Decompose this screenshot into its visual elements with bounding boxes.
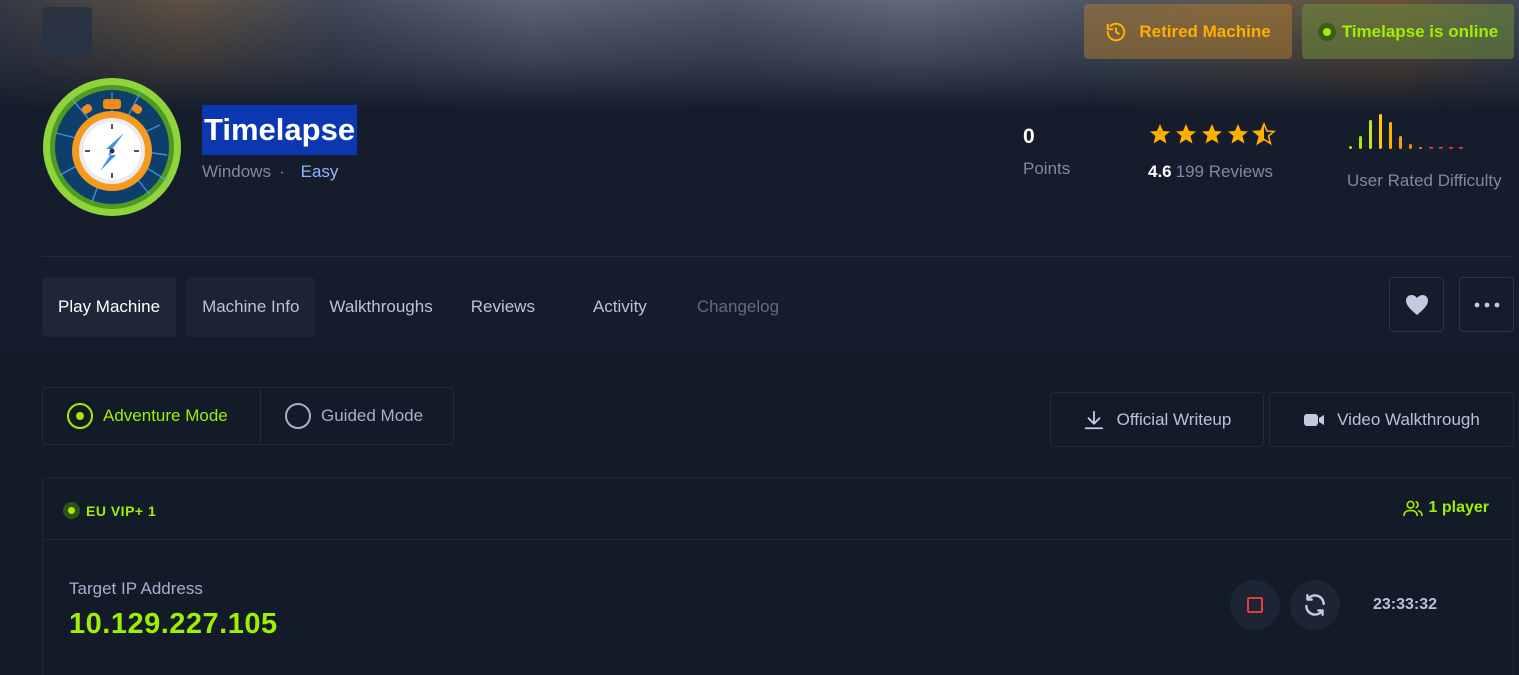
tab-walkthroughs[interactable]: Walkthroughs [325, 277, 446, 337]
meta-separator: · [278, 162, 285, 181]
heart-icon [1405, 294, 1428, 315]
video-walkthrough-button[interactable]: Video Walkthrough [1269, 392, 1514, 447]
star-icon [1202, 124, 1222, 144]
download-icon [1084, 410, 1103, 429]
half-star-icon [1252, 122, 1276, 146]
instance-timer: 23:33:32 [1373, 596, 1438, 613]
guided-mode-label: Guided Mode [321, 406, 424, 425]
retired-badge: Retired Machine [1084, 4, 1292, 59]
points-value: 0 [1023, 125, 1035, 148]
difficulty-stat[interactable]: User Rated Difficulty [1347, 110, 1502, 191]
more-options-button[interactable] [1459, 277, 1514, 332]
player-count: 1 player [1402, 499, 1489, 517]
adventure-mode-label: Adventure Mode [103, 406, 228, 425]
machine-difficulty: Easy [300, 162, 339, 181]
video-walkthrough-label: Video Walkthrough [1337, 409, 1480, 429]
tab-play-machine[interactable]: Play Machine [42, 277, 177, 337]
machine-meta: Windows · Easy [202, 162, 338, 182]
machine-tabs: Play Machine Machine Info Walkthroughs R… [42, 277, 793, 337]
machine-hero: Retired Machine Timelapse is online Time… [0, 0, 1519, 357]
guided-mode-option[interactable]: Guided Mode [261, 388, 447, 444]
radio-selected-icon [67, 403, 93, 429]
official-writeup-label: Official Writeup [1116, 409, 1232, 429]
difficulty-chart [1349, 114, 1463, 149]
status-dot-icon [1317, 22, 1336, 41]
server-name: EU VIP+ 1 [86, 502, 157, 519]
machine-name: Timelapse [202, 105, 358, 155]
rating-line: 4.6 199 Reviews [1148, 162, 1276, 182]
points-stat: 0 Points [1023, 125, 1070, 179]
stop-machine-button[interactable] [1230, 580, 1280, 630]
difficulty-label: User Rated Difficulty [1347, 171, 1502, 190]
history-icon [1107, 22, 1126, 41]
more-dots-icon [1474, 302, 1499, 307]
machine-os: Windows [202, 162, 271, 181]
star-rating [1148, 122, 1276, 152]
tab-reviews[interactable]: Reviews [457, 277, 569, 337]
official-writeup-button[interactable]: Official Writeup [1050, 392, 1264, 447]
reset-machine-button[interactable] [1290, 580, 1340, 630]
adventure-mode-option[interactable]: Adventure Mode [43, 388, 261, 444]
tab-machine-info[interactable]: Machine Info [186, 277, 316, 337]
refresh-icon [1305, 594, 1325, 616]
machine-avatar [43, 78, 181, 216]
online-badge: Timelapse is online [1302, 4, 1514, 59]
mode-selector: Adventure Mode Guided Mode [42, 387, 454, 445]
online-label: Timelapse is online [1341, 21, 1499, 41]
tab-changelog[interactable]: Changelog [683, 277, 793, 337]
star-icon [1150, 124, 1170, 144]
points-label: Points [1023, 159, 1071, 178]
star-icon [1228, 124, 1248, 144]
rating-stat[interactable]: 4.6 199 Reviews [1148, 122, 1276, 182]
users-icon [1402, 500, 1423, 517]
target-ip-value[interactable]: 10.129.227.105 [69, 608, 278, 641]
target-ip-label: Target IP Address [69, 579, 203, 598]
retired-label: Retired Machine [1139, 21, 1271, 41]
player-count-label: 1 player [1428, 499, 1489, 516]
instance-panel: EU VIP+ 1 1 player Target IP Address 10.… [42, 477, 1514, 675]
server-indicator: EU VIP+ 1 [63, 502, 156, 519]
instance-panel-header: EU VIP+ 1 1 player [43, 478, 1513, 540]
rating-value: 4.6 [1148, 162, 1172, 181]
video-camera-icon [1304, 413, 1325, 426]
stop-icon [1247, 597, 1263, 613]
reviews-count: 199 Reviews [1175, 162, 1273, 181]
favorite-button[interactable] [1389, 277, 1444, 332]
star-icon [1176, 124, 1196, 144]
hero-divider [42, 256, 1514, 257]
radio-unselected-icon [285, 403, 311, 429]
back-button[interactable] [42, 7, 92, 57]
tab-activity[interactable]: Activity [579, 277, 673, 337]
status-dot-icon [63, 502, 80, 519]
